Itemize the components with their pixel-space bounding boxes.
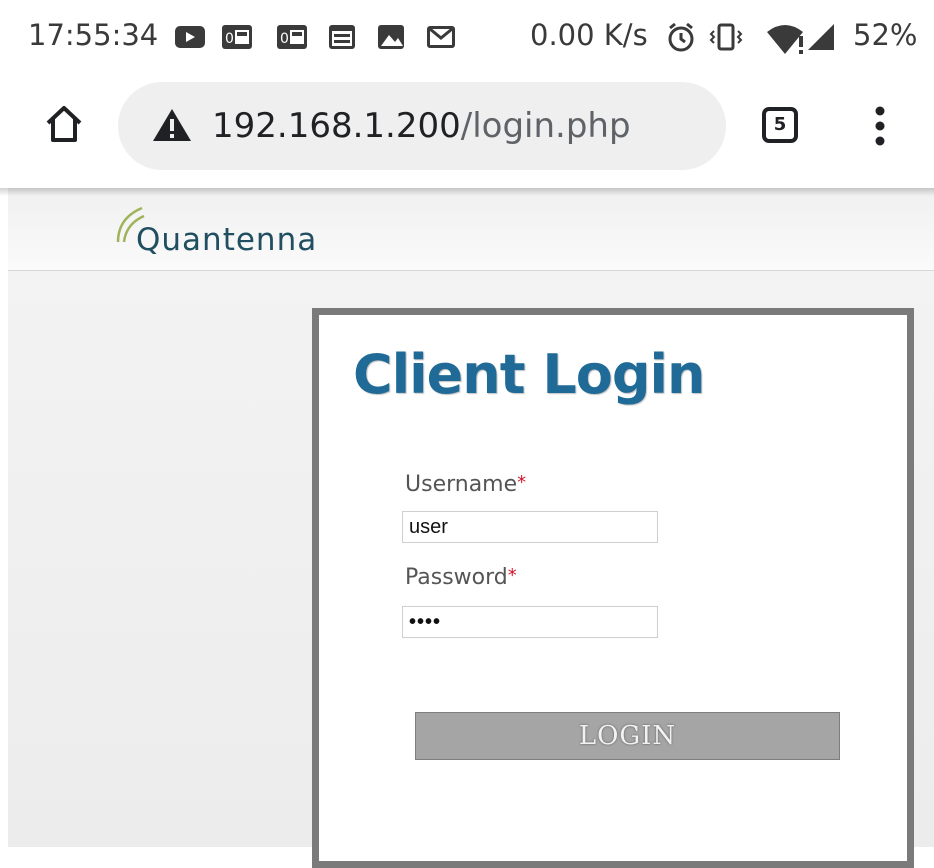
calendar-icon bbox=[329, 25, 355, 49]
more-menu-icon[interactable] bbox=[870, 104, 890, 148]
svg-text:0: 0 bbox=[280, 31, 289, 47]
username-input[interactable]: user bbox=[402, 511, 658, 543]
quantenna-logo: Quantenna bbox=[136, 222, 318, 258]
app-icon: 0 bbox=[222, 25, 252, 49]
gmail-icon bbox=[427, 26, 455, 48]
password-label: Password* bbox=[405, 565, 517, 590]
signal-icon bbox=[808, 24, 834, 50]
username-label: Username* bbox=[405, 472, 526, 497]
password-input[interactable]: •••• bbox=[402, 606, 658, 638]
warning-icon[interactable] bbox=[152, 107, 192, 143]
clock: 17:55:34 bbox=[28, 18, 159, 52]
status-bar: 17:55:34 0 0 0.00 K/s 52% bbox=[0, 0, 934, 78]
required-mark: * bbox=[517, 472, 527, 493]
tab-switcher-button[interactable]: 5 bbox=[762, 107, 798, 143]
youtube-icon bbox=[175, 26, 205, 48]
home-icon[interactable] bbox=[44, 104, 84, 144]
vibrate-icon bbox=[709, 23, 743, 51]
required-mark: * bbox=[507, 565, 517, 586]
toolbar-shadow bbox=[0, 188, 934, 196]
app-icon: 0 bbox=[277, 25, 307, 49]
battery-level: 52% bbox=[853, 18, 918, 52]
tab-count: 5 bbox=[773, 114, 787, 135]
alarm-icon bbox=[668, 22, 694, 52]
url-text[interactable]: 192.168.1.200/login.php bbox=[212, 101, 631, 151]
network-speed: 0.00 K/s bbox=[530, 18, 648, 52]
wifi-alert-icon bbox=[767, 25, 803, 54]
image-icon bbox=[378, 25, 404, 49]
username-label-text: Username bbox=[405, 472, 518, 497]
svg-text:0: 0 bbox=[225, 31, 234, 47]
password-label-text: Password bbox=[405, 565, 508, 590]
login-button[interactable]: LOGIN bbox=[415, 712, 840, 760]
url-path: /login.php bbox=[460, 106, 631, 146]
url-host: 192.168.1.200 bbox=[212, 106, 461, 146]
login-title: Client Login bbox=[353, 343, 705, 406]
